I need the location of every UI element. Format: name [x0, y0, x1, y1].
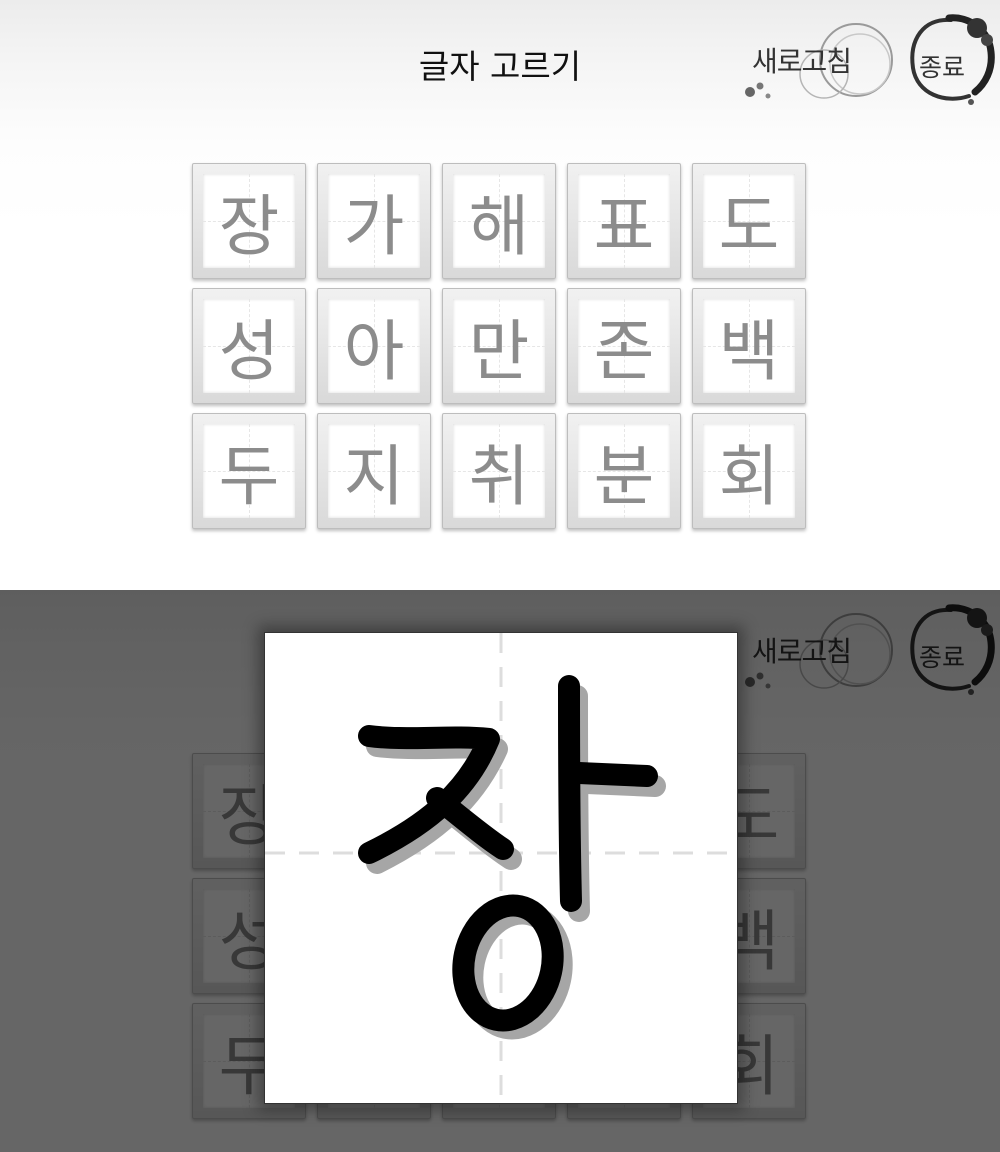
- char-tile[interactable]: 지: [317, 413, 431, 529]
- char-tile[interactable]: 두: [192, 413, 306, 529]
- tile-char: 장: [218, 188, 280, 265]
- writing-popup-screen: 새로고침 종료 장 가 해 표 도 성 아 만 존 백 두 지 취 분 회: [0, 590, 1000, 1152]
- char-tile[interactable]: 표: [567, 163, 681, 279]
- tile-char: 두: [218, 438, 280, 515]
- char-tile[interactable]: 성: [192, 288, 306, 404]
- writing-popup[interactable]: 장: [264, 632, 738, 1104]
- tile-char: 백: [718, 313, 780, 390]
- exit-label: 종료: [919, 53, 966, 82]
- tile-char: 취: [468, 438, 530, 515]
- char-tile[interactable]: 회: [692, 413, 806, 529]
- character-select-screen: 글자 고르기 새로고침 종료 장 가 해 표 도 성 아 만 존 백 두 지 취…: [0, 0, 1000, 572]
- char-tile[interactable]: 취: [442, 413, 556, 529]
- char-tile[interactable]: 가: [317, 163, 431, 279]
- tile-char: 회: [718, 438, 780, 515]
- writing-canvas[interactable]: 장: [265, 633, 737, 1103]
- tile-char: 가: [343, 188, 405, 265]
- refresh-button[interactable]: 새로고침: [738, 14, 903, 106]
- char-tile[interactable]: 도: [692, 163, 806, 279]
- char-tile[interactable]: 백: [692, 288, 806, 404]
- refresh-label: 새로고침: [752, 45, 852, 78]
- char-tile[interactable]: 아: [317, 288, 431, 404]
- char-tile[interactable]: 존: [567, 288, 681, 404]
- tile-char: 성: [218, 313, 280, 390]
- tile-char: 표: [593, 188, 655, 265]
- ink-strokes: [358, 675, 658, 1032]
- tile-char: 도: [718, 188, 780, 265]
- tile-char: 지: [343, 438, 405, 515]
- tile-char: 만: [468, 313, 530, 390]
- tile-char: 분: [593, 438, 655, 515]
- char-tile[interactable]: 장: [192, 163, 306, 279]
- exit-button[interactable]: 종료: [905, 12, 995, 108]
- char-tile[interactable]: 해: [442, 163, 556, 279]
- character-grid: 장 가 해 표 도 성 아 만 존 백 두 지 취 분 회: [192, 163, 808, 529]
- char-tile[interactable]: 만: [442, 288, 556, 404]
- tile-char: 존: [593, 313, 655, 390]
- tile-char: 아: [343, 313, 405, 390]
- char-tile[interactable]: 분: [567, 413, 681, 529]
- tile-char: 해: [468, 188, 530, 265]
